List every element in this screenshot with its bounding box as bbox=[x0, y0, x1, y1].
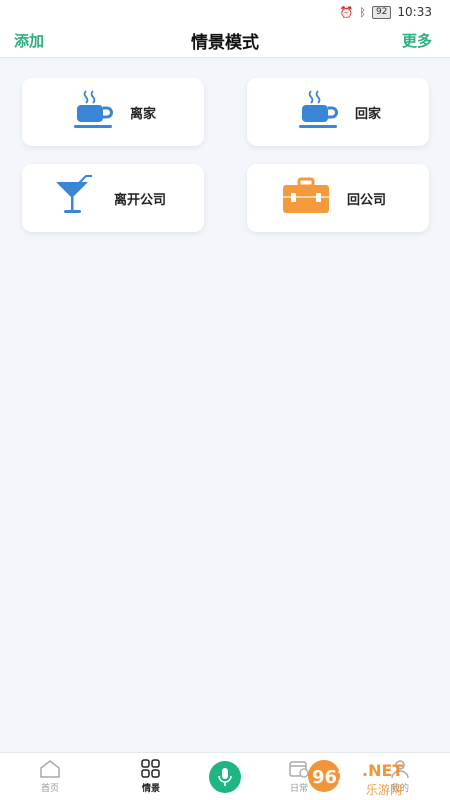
alarm-icon: ⏰ bbox=[339, 5, 354, 19]
tab-scenes[interactable]: 情景 bbox=[131, 759, 171, 794]
scene-label: 回家 bbox=[355, 107, 382, 122]
top-header: 添加 情景模式 更多 bbox=[0, 24, 450, 58]
svg-text:乐游网: 乐游网 bbox=[366, 783, 402, 797]
tab-label: 首页 bbox=[40, 784, 59, 794]
add-button[interactable]: 添加 bbox=[14, 30, 44, 51]
scene-card-leave-company[interactable]: 离开公司 bbox=[22, 164, 204, 232]
coffee-cup-icon bbox=[299, 90, 338, 128]
clock-time: 10:33 bbox=[397, 5, 432, 19]
status-bar: ⏰ ᛒ 92 10:33 bbox=[0, 0, 450, 24]
tab-home[interactable]: 首页 bbox=[30, 759, 70, 794]
coffee-cup-icon bbox=[74, 90, 113, 128]
watermark-logo: 962 .NET 乐游网 bbox=[308, 760, 403, 797]
grid-icon bbox=[141, 759, 160, 778]
battery-indicator: 92 bbox=[371, 5, 392, 19]
scene-card-leave-home[interactable]: 离家 bbox=[22, 78, 204, 146]
scene-label: 离家 bbox=[130, 107, 157, 122]
scene-card-return-home[interactable]: 回家 bbox=[247, 78, 429, 146]
bluetooth-icon: ᛒ bbox=[359, 5, 366, 19]
home-icon bbox=[40, 760, 60, 778]
page-title: 情景模式 bbox=[191, 33, 259, 53]
scene-card-return-company[interactable]: 回公司 bbox=[247, 164, 429, 232]
cocktail-glass-icon bbox=[56, 175, 92, 213]
toolbox-icon bbox=[283, 177, 329, 213]
tab-label: 情景 bbox=[141, 784, 160, 794]
voice-button[interactable] bbox=[209, 761, 241, 793]
svg-text:962: 962 bbox=[312, 767, 350, 788]
svg-text:.NET: .NET bbox=[362, 761, 403, 780]
microphone-icon bbox=[218, 768, 232, 786]
more-button[interactable]: 更多 bbox=[402, 30, 432, 51]
scene-label: 回公司 bbox=[347, 193, 387, 208]
scene-label: 离开公司 bbox=[114, 193, 167, 208]
